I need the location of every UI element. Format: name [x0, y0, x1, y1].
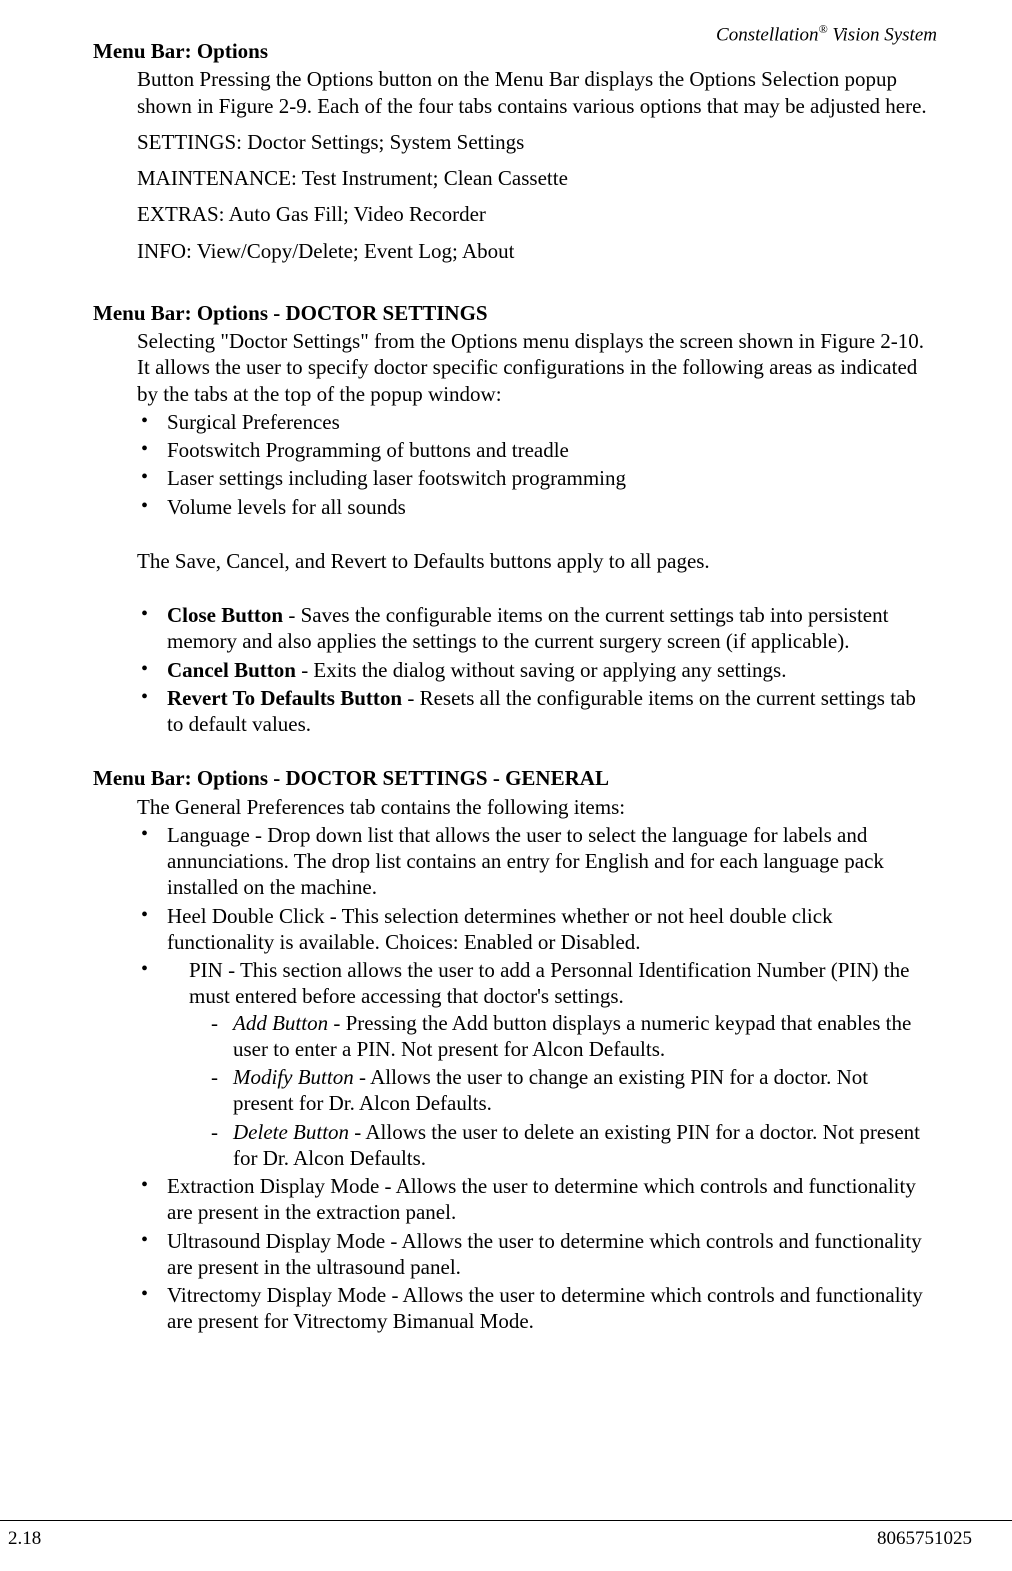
list-item: Cancel Button - Exits the dialog without…	[137, 657, 934, 683]
list-item: Laser settings including laser footswitc…	[137, 465, 934, 491]
list-item-pin: PIN - This section allows the user to ad…	[137, 957, 934, 1171]
options-extras: EXTRAS: Auto Gas Fill; Video Recorder	[137, 201, 934, 227]
list-item: Modify Button - Allows the user to chang…	[211, 1064, 934, 1117]
list-item: Close Button - Saves the configurable it…	[137, 602, 934, 655]
doctor-button-list: Close Button - Saves the configurable it…	[137, 602, 934, 737]
list-item: Add Button - Pressing the Add button dis…	[211, 1010, 934, 1063]
general-intro: The General Preferences tab contains the…	[137, 794, 934, 820]
cancel-button-label: Cancel Button	[167, 658, 296, 682]
list-item-extraction: Extraction Display Mode - Allows the use…	[137, 1173, 934, 1226]
options-settings: SETTINGS: Doctor Settings; System Settin…	[137, 129, 934, 155]
list-item-heel: Heel Double Click - This selection deter…	[137, 903, 934, 956]
doctor-buttons-note: The Save, Cancel, and Revert to Defaults…	[137, 548, 934, 574]
list-item-language: Language - Drop down list that allows th…	[137, 822, 934, 901]
add-button-text: - Pressing the Add button displays a num…	[233, 1011, 911, 1061]
delete-button-label: Delete Button	[233, 1120, 349, 1144]
pin-sub-list: Add Button - Pressing the Add button dis…	[211, 1010, 934, 1172]
list-item: Revert To Defaults Button - Resets all t…	[137, 685, 934, 738]
list-item-ultrasound: Ultrasound Display Mode - Allows the use…	[137, 1228, 934, 1281]
page-footer: 2.18 8065751025	[0, 1520, 1012, 1551]
list-item: Footswitch Programming of buttons and tr…	[137, 437, 934, 463]
options-info: INFO: View/Copy/Delete; Event Log; About	[137, 238, 934, 264]
options-intro: Button Pressing the Options button on th…	[137, 66, 934, 119]
list-item: Delete Button - Allows the user to delet…	[211, 1119, 934, 1172]
page-content: Menu Bar: Options Button Pressing the Op…	[0, 0, 1012, 1335]
list-item-vitrectomy: Vitrectomy Display Mode - Allows the use…	[137, 1282, 934, 1335]
pin-text: PIN - This section allows the user to ad…	[189, 958, 909, 1008]
heading-doctor-general: Menu Bar: Options - DOCTOR SETTINGS - GE…	[93, 765, 934, 791]
heading-doctor-settings: Menu Bar: Options - DOCTOR SETTINGS	[93, 300, 934, 326]
add-button-label: Add Button	[233, 1011, 328, 1035]
options-maintenance: MAINTENANCE: Test Instrument; Clean Cass…	[137, 165, 934, 191]
doctor-bullets: Surgical Preferences Footswitch Programm…	[137, 409, 934, 520]
revert-button-label: Revert To Defaults Button	[167, 686, 402, 710]
doctor-intro: Selecting "Doctor Settings" from the Opt…	[137, 328, 934, 407]
cancel-button-text: - Exits the dialog without saving or app…	[296, 658, 787, 682]
document-number: 8065751025	[877, 1527, 972, 1551]
modify-button-label: Modify Button	[233, 1065, 354, 1089]
header-product-name: Constellation® Vision System	[716, 22, 937, 47]
list-item: Surgical Preferences	[137, 409, 934, 435]
page-number: 2.18	[8, 1527, 41, 1551]
close-button-label: Close Button	[167, 603, 283, 627]
list-item: Volume levels for all sounds	[137, 494, 934, 520]
general-items: Language - Drop down list that allows th…	[137, 822, 934, 1335]
